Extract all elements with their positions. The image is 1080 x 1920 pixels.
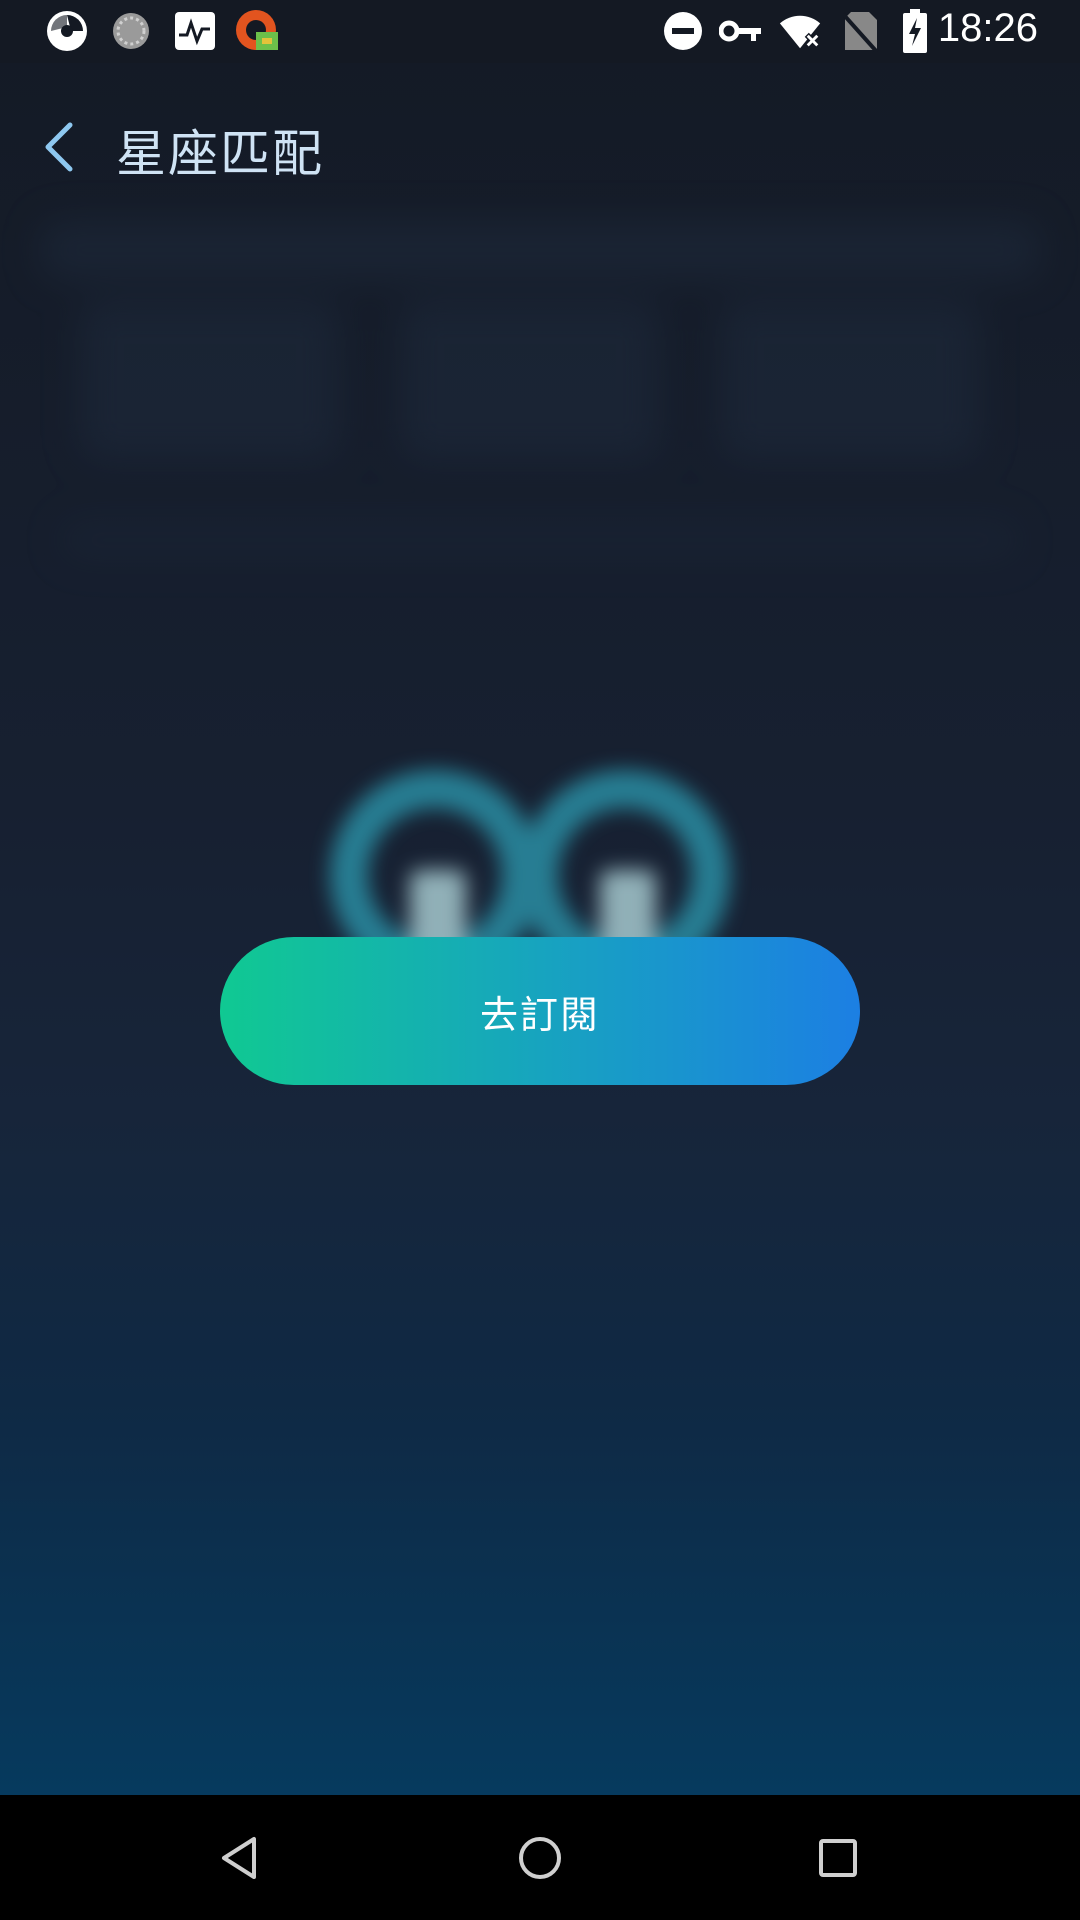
status-bar: 18:26 (0, 0, 1080, 63)
nav-home-icon (519, 1837, 561, 1879)
screen: 18:26 星座匹配 去訂閱 (0, 0, 1080, 1920)
loading-circle-icon (108, 8, 154, 54)
chevron-left-icon (45, 122, 73, 172)
subscribe-button[interactable]: 去訂閱 (220, 937, 860, 1085)
nav-back-icon (222, 1837, 256, 1879)
battery-charging-icon (892, 8, 938, 54)
no-sim-icon (838, 8, 884, 54)
app-background (0, 0, 1080, 1795)
subscribe-button-label: 去訂閱 (479, 992, 600, 1037)
do-not-disturb-icon (660, 8, 706, 54)
activity-monitor-icon (172, 8, 218, 54)
wifi-off-icon (778, 8, 824, 54)
status-time: 18:26 (937, 6, 1038, 50)
nav-recents-button[interactable] (803, 1823, 873, 1893)
app-shutter-icon (44, 8, 90, 54)
vpn-app-icon (234, 8, 280, 54)
vpn-key-icon (718, 8, 764, 54)
nav-home-button[interactable] (505, 1823, 575, 1893)
nav-back-button[interactable] (206, 1823, 276, 1893)
navigation-bar (0, 1795, 1080, 1920)
back-button[interactable] (30, 112, 90, 182)
nav-recents-icon (819, 1839, 857, 1877)
page-title: 星座匹配 (116, 125, 324, 183)
